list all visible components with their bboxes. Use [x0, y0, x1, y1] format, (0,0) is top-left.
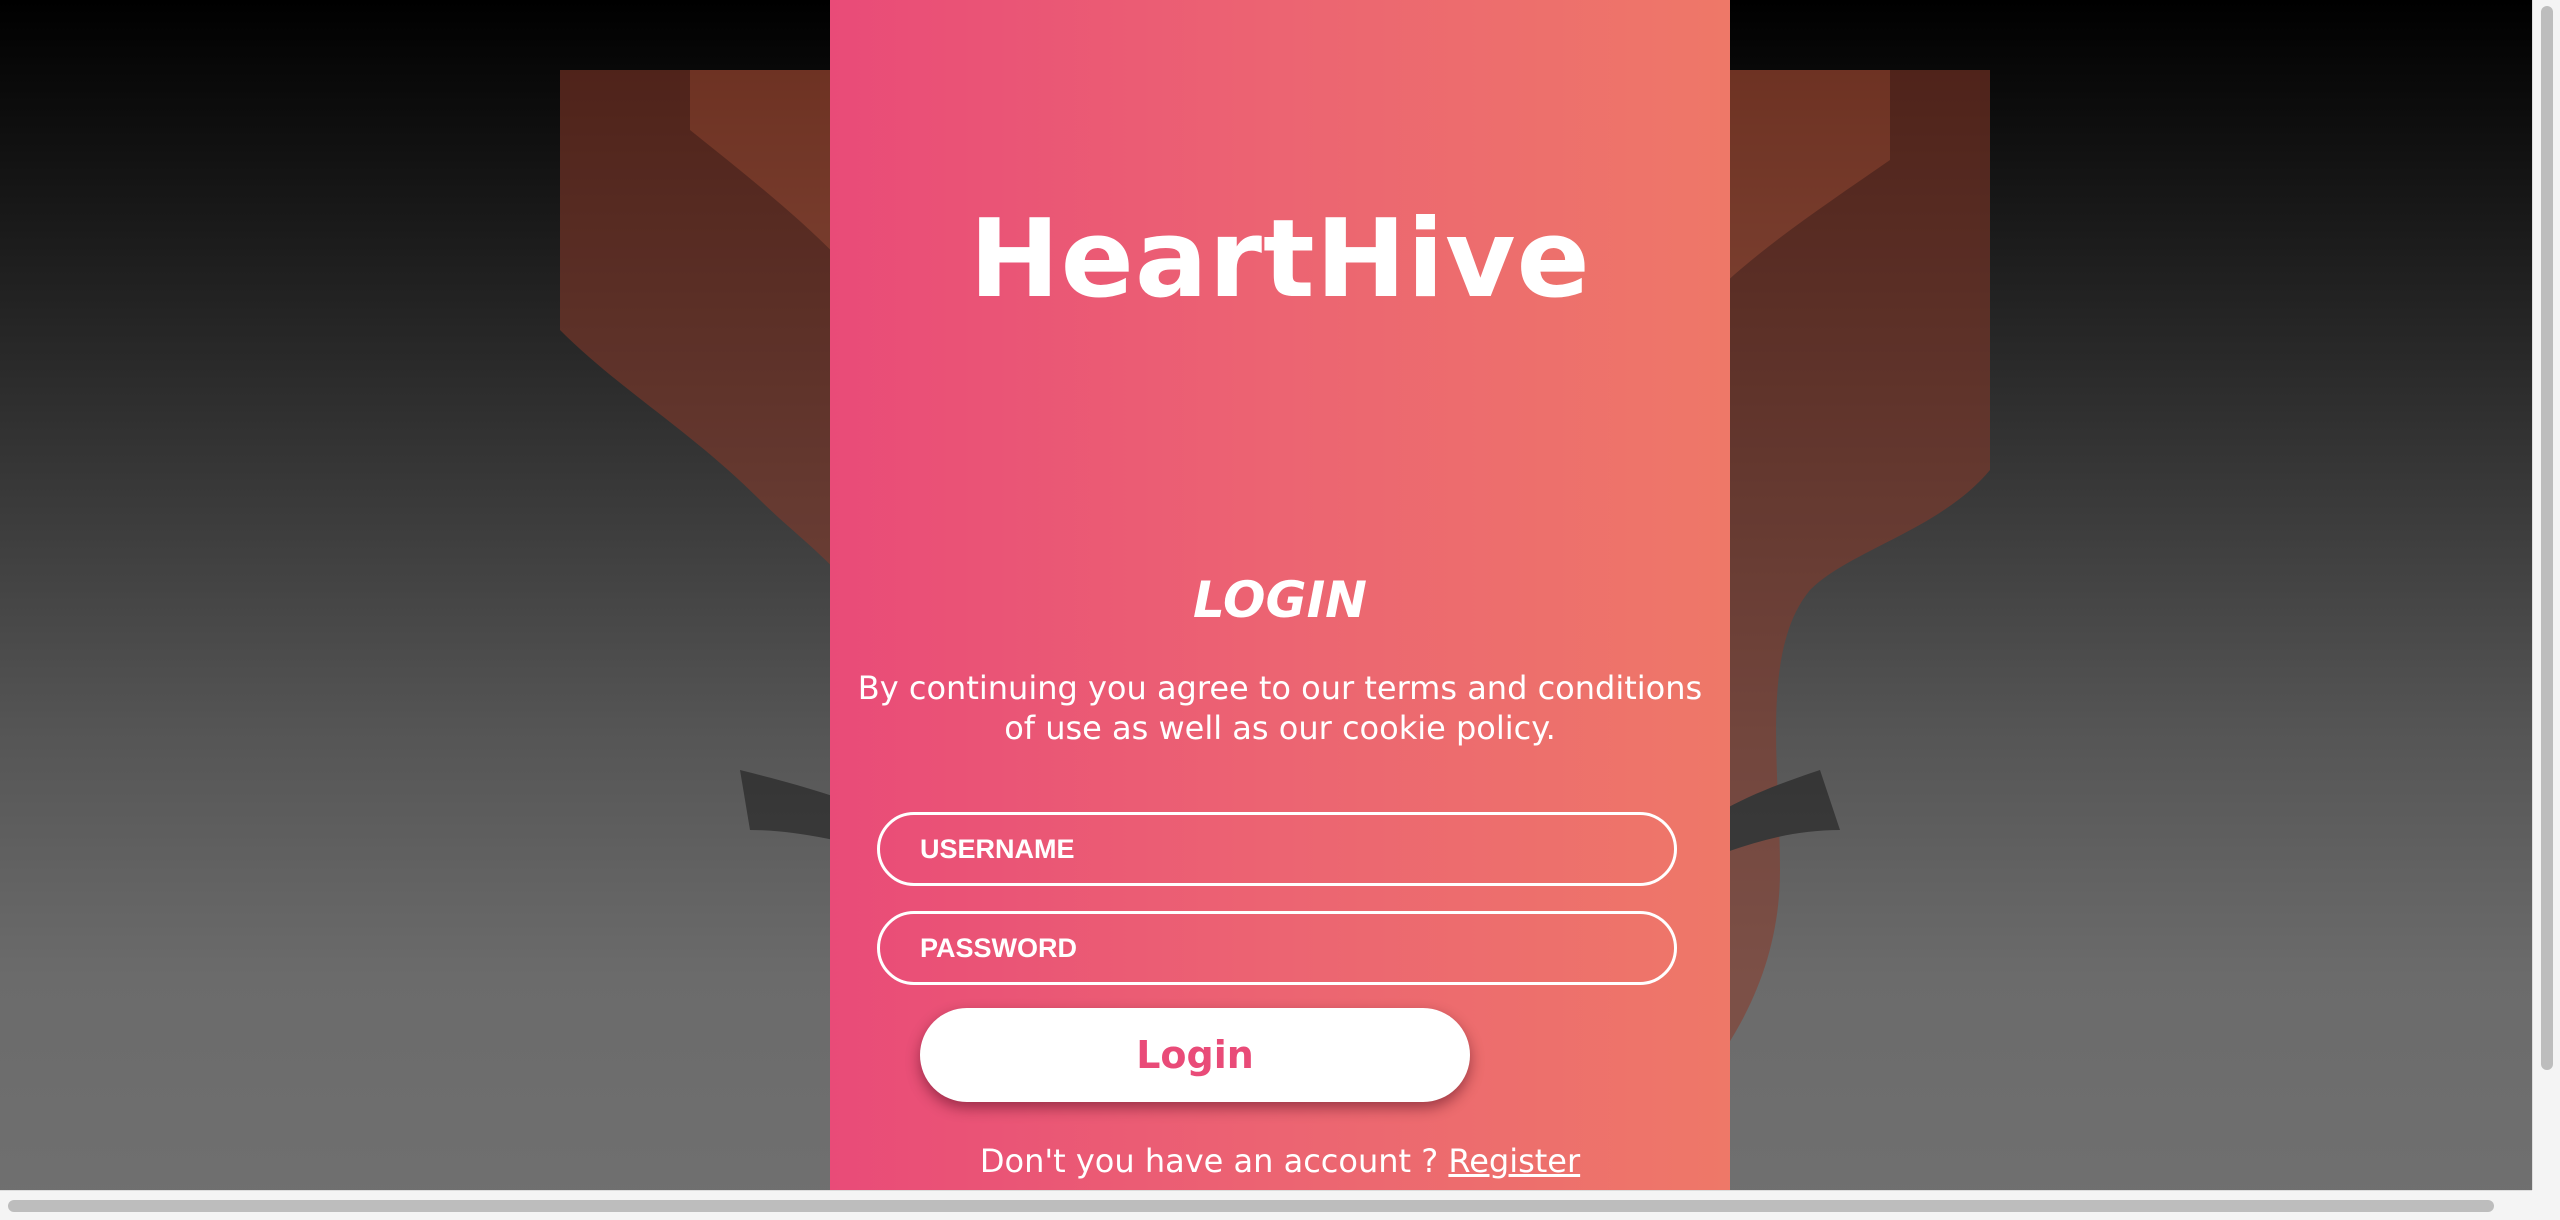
login-panel: HeartHive LOGIN By continuing you agree … [830, 0, 1730, 1190]
login-button[interactable]: Login [920, 1008, 1470, 1102]
horizontal-scrollbar-thumb[interactable] [8, 1200, 2494, 1212]
terms-notice: By continuing you agree to our terms and… [857, 669, 1703, 747]
password-input[interactable] [877, 911, 1677, 985]
username-input[interactable] [877, 812, 1677, 886]
scrollbar-corner [2532, 1190, 2560, 1220]
vertical-scrollbar[interactable] [2532, 0, 2560, 1190]
brand-title: HeartHive [969, 197, 1591, 322]
horizontal-scrollbar[interactable] [0, 1190, 2532, 1220]
register-prompt-text: Don't you have an account ? [979, 1142, 1439, 1180]
vertical-scrollbar-thumb[interactable] [2541, 6, 2553, 1070]
register-link[interactable]: Register [1448, 1142, 1580, 1180]
page-viewport: HeartHive LOGIN By continuing you agree … [0, 0, 2560, 1220]
register-prompt: Don't you have an account ? Register [830, 1140, 1730, 1182]
login-heading: LOGIN [1192, 571, 1368, 629]
